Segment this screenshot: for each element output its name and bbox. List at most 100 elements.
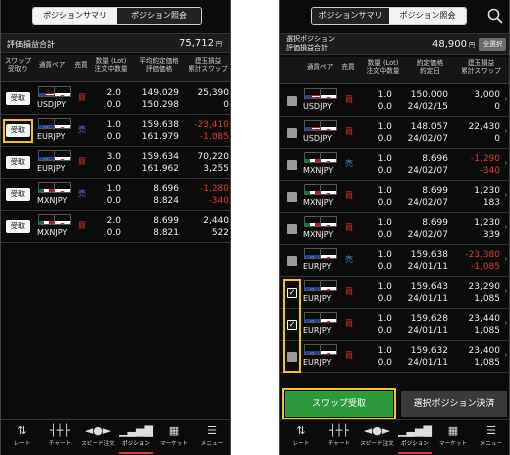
speed-order-icon: ◄●► (84, 424, 112, 437)
trade-side: 買 (345, 287, 353, 296)
currency-flags (38, 118, 71, 131)
quantity: 1.0 (377, 186, 392, 196)
checkbox[interactable] (287, 224, 297, 234)
tab-position-inquiry[interactable]: ポジション照会 (117, 8, 201, 24)
checkbox[interactable] (287, 192, 297, 202)
position-row[interactable]: USDJPY 買 1.0 0.0 148.057 24/02/07 22,430 0 › (280, 117, 509, 149)
currency-flags (304, 248, 337, 261)
position-row[interactable]: 受取 EURJPY 売 1.0 0.0 159.638 161.979 -23,410 -1,0… (1, 115, 230, 147)
execution-date: 24/01/11 (407, 262, 448, 272)
tab-position-summary[interactable]: ポジションサマリ (312, 8, 389, 24)
nav-item[interactable]: ┤┼├ チャート (320, 423, 358, 453)
position-row[interactable]: 受取 MXNJPY 買 2.0 0.0 8.699 8.821 2,440 522 (1, 211, 230, 243)
menu-icon: ☰ (486, 424, 496, 437)
execution-date: 24/01/11 (407, 326, 448, 336)
nav-item[interactable]: ☰ メニュー (472, 423, 509, 453)
checkbox[interactable] (287, 96, 297, 106)
position-row[interactable]: MXNJPY 買 1.0 0.0 8.699 24/02/07 1,230 183 › (280, 181, 509, 213)
close-selected-button[interactable]: 選択ポジション決済 (401, 391, 507, 417)
nav-item[interactable]: ◄●► スピード注文 (358, 423, 396, 453)
accumulated-swap: -340 (208, 196, 229, 206)
pending-quantity: 0.0 (377, 134, 392, 144)
position-row[interactable]: MXNJPY 売 1.0 0.0 8.696 24/02/07 -1,290 -340 › (280, 149, 509, 181)
nav-item[interactable]: ⇅ レート (282, 423, 320, 453)
header-price-line2: 約定日 (420, 67, 440, 75)
position-row[interactable]: 受取 MXNJPY 売 1.0 0.0 8.696 8.824 -1,280 -340 (1, 179, 230, 211)
jp-flag-icon (54, 214, 71, 225)
nav-label: スピード注文 (360, 441, 394, 447)
header-pl-line1: 建玉損益 (467, 59, 495, 67)
tab-position-inquiry[interactable]: ポジション照会 (389, 8, 466, 24)
position-row[interactable]: MXNJPY 買 1.0 0.0 8.699 24/02/07 1,230 339 › (280, 213, 509, 245)
nav-item[interactable]: ▁▃▅▇ ポジション (117, 423, 155, 454)
checkbox[interactable] (287, 128, 297, 138)
nav-item[interactable]: ▦ マーケット (155, 423, 193, 453)
swap-receive-button[interactable]: 受取 (6, 92, 30, 105)
position-row[interactable]: ✓ EURJPY 買 1.0 0.0 159.628 24/01/11 23,440 1,085… (280, 309, 509, 341)
position-pl: 23,400 (468, 346, 501, 356)
execution-price: 159.628 (410, 314, 448, 324)
header-price-line2: 評価価格 (145, 65, 173, 73)
us-flag-icon (38, 86, 55, 97)
execution-price: 8.696 (422, 154, 448, 164)
execution-date: 24/02/07 (407, 230, 448, 240)
trade-side: 売 (78, 189, 86, 198)
accumulated-swap: -1,085 (199, 132, 229, 142)
nav-label: チャート (48, 441, 72, 447)
currency-pair: MXNJPY (303, 198, 334, 207)
position-row[interactable]: USDJPY 買 1.0 0.0 150.000 24/02/15 3,000 0 › (280, 85, 509, 117)
total-pl-label: 評価損益合計 (7, 40, 55, 49)
accumulated-swap: 339 (482, 230, 500, 240)
execution-price: 159.632 (410, 346, 448, 356)
nav-item[interactable]: ☰ メニュー (193, 423, 230, 453)
position-summary-screen: ポジションサマリ ポジション照会 評価損益合計 75,712 円 スワップ 受取り … (0, 0, 231, 455)
checkbox[interactable] (287, 160, 297, 170)
position-row[interactable]: 受取 USDJPY 買 2.0 0.0 149.029 150.298 25,390 0 (1, 83, 230, 115)
checkbox[interactable] (287, 256, 297, 266)
currency-pair: EURJPY (37, 132, 66, 141)
nav-item[interactable]: ▦ マーケット (434, 423, 472, 453)
nav-item[interactable]: ▁▃▅▇ ポジション (396, 423, 434, 454)
header-pl-line1: 建玉損益 (194, 57, 222, 65)
jp-flag-icon (320, 152, 337, 163)
pending-quantity: 0.0 (106, 132, 121, 142)
select-all-button[interactable]: 全選択 (479, 38, 506, 51)
jp-flag-icon (54, 182, 71, 193)
pending-quantity: 0.0 (377, 358, 392, 368)
nav-item[interactable]: ⇅ レート (3, 423, 41, 453)
execution-date: 24/02/07 (407, 134, 448, 144)
swap-receive-button[interactable]: 受取 (6, 220, 30, 233)
currency-flags (304, 344, 337, 357)
eu-flag-icon (304, 344, 321, 355)
average-price: 159.638 (141, 120, 179, 130)
position-row[interactable]: EURJPY 買 1.0 0.0 159.632 24/01/11 23,400 1,085 › (280, 341, 509, 373)
menu-icon: ☰ (207, 424, 217, 437)
header-pl: 建玉損益 累計スワップ (456, 59, 506, 75)
swap-receive-button[interactable]: 受取 (6, 188, 30, 201)
nav-item[interactable]: ◄●► スピード注文 (79, 423, 117, 453)
jp-flag-icon (320, 120, 337, 131)
accumulated-swap: 1,085 (474, 358, 500, 368)
tab-position-summary[interactable]: ポジションサマリ (33, 8, 117, 24)
valuation-price: 161.962 (141, 164, 179, 174)
header-qty-line1: 数量 (Lot) (95, 57, 127, 65)
trade-side: 買 (345, 127, 353, 136)
currency-flags (38, 214, 71, 227)
currency-flags (38, 150, 71, 163)
total-pl-unit: 円 (215, 41, 222, 48)
quantity: 1.0 (377, 346, 392, 356)
nav-item[interactable]: ┤┼├ チャート (41, 423, 79, 453)
nav-label: マーケット (160, 441, 188, 447)
position-pl: -23,410 (194, 120, 229, 130)
pending-quantity: 0.0 (377, 326, 392, 336)
position-row[interactable]: 受取 EURJPY 買 3.0 0.0 159.634 161.962 70,220 3,255 (1, 147, 230, 179)
jp-flag-icon (320, 88, 337, 99)
position-row[interactable]: EURJPY 売 1.0 0.0 159.638 24/01/11 -23,380 -1,08… (280, 245, 509, 277)
position-row[interactable]: ✓ EURJPY 買 1.0 0.0 159.643 24/01/11 23,290 1,085… (280, 277, 509, 309)
swap-receive-button[interactable]: 受取 (6, 156, 30, 169)
selected-pl-label-line2: 評価損益合計 (286, 44, 328, 52)
chevron-right-icon: › (504, 254, 508, 265)
trade-side: 買 (345, 223, 353, 232)
search-icon[interactable] (487, 8, 503, 24)
average-price: 8.699 (153, 216, 179, 226)
